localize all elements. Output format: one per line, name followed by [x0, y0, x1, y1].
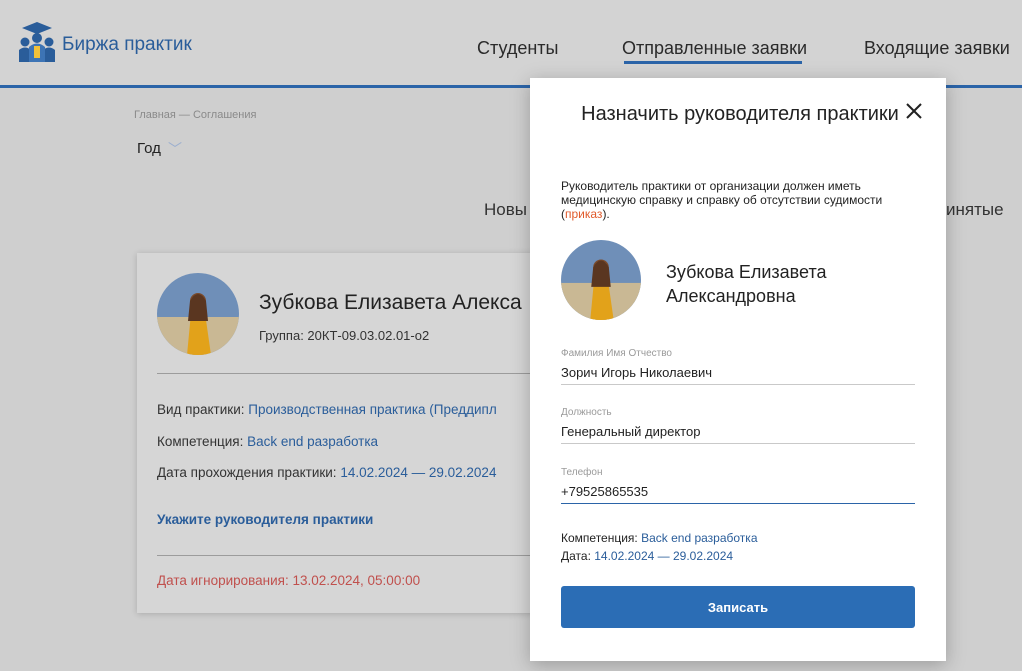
phone-field: Телефон	[561, 467, 915, 504]
practice-dates-value: 14.02.2024 — 29.02.2024	[340, 465, 497, 480]
full-name-label: Фамилия Имя Отчество	[561, 348, 672, 359]
year-filter-label[interactable]: Год	[137, 140, 161, 157]
competence-label: Компетенция:	[157, 434, 248, 449]
order-link[interactable]: приказ	[565, 207, 602, 221]
dialog-competence-label: Компетенция:	[561, 531, 642, 545]
note-end: ).	[602, 207, 610, 221]
brand-link[interactable]: Биржа практик	[62, 34, 192, 56]
practice-dates-row: Дата прохождения практики: 14.02.2024 — …	[157, 465, 496, 480]
ignore-date: Дата игнорирования: 13.02.2024, 05:00:00	[157, 573, 421, 588]
active-nav-indicator	[624, 61, 802, 64]
student-full-name: Зубкова Елизавета Александровна	[666, 262, 827, 306]
dialog-competence-row: Компетенция: Back end разработка	[561, 531, 758, 545]
phone-input[interactable]	[561, 480, 915, 504]
avatar	[561, 240, 641, 320]
practice-type-row: Вид практики: Производственная практика …	[157, 402, 497, 417]
supervisor-requirements-note: Руководитель практики от организации дол…	[561, 179, 911, 221]
agreement-card: Зубкова Елизавета Алекса Группа: 20КТ-09…	[137, 253, 557, 613]
nav-incoming-requests[interactable]: Входящие заявки	[864, 38, 1010, 59]
nav-sent-requests[interactable]: Отправленные заявки	[622, 38, 807, 59]
assign-supervisor-link[interactable]: Укажите руководителя практики	[157, 512, 373, 527]
practice-dates-label: Дата прохождения практики:	[157, 465, 341, 480]
dialog-title: Назначить руководителя практики	[581, 103, 899, 125]
assign-supervisor-dialog: Назначить руководителя практики Руководи…	[530, 78, 946, 661]
full-name-field: Фамилия Имя Отчество	[561, 348, 915, 385]
tab-new[interactable]: Новы	[484, 200, 527, 220]
divider	[157, 373, 557, 374]
dialog-date-row: Дата: 14.02.2024 — 29.02.2024	[561, 549, 733, 563]
tab-accepted[interactable]: инятые	[946, 200, 1004, 220]
avatar	[157, 273, 239, 355]
student-group: Группа: 20КТ-09.03.02.01-о2	[259, 328, 430, 343]
position-label: Должность	[561, 407, 612, 418]
divider	[157, 555, 557, 556]
graduates-logo-icon[interactable]	[14, 20, 60, 64]
chevron-down-icon[interactable]: ﹀	[168, 139, 182, 159]
top-navbar: Биржа практик Студенты Отправленные заяв…	[0, 0, 1022, 88]
position-field: Должность	[561, 407, 915, 444]
dialog-competence-value[interactable]: Back end разработка	[641, 531, 757, 545]
full-name-input[interactable]	[561, 361, 915, 385]
submit-button[interactable]: Записать	[561, 586, 915, 628]
student-name: Зубкова Елизавета Алекса	[259, 291, 522, 314]
position-input[interactable]	[561, 420, 915, 444]
dialog-date-value: 14.02.2024 — 29.02.2024	[594, 549, 734, 563]
breadcrumb[interactable]: Главная — Соглашения	[134, 109, 256, 121]
nav-students[interactable]: Студенты	[477, 38, 558, 59]
phone-label: Телефон	[561, 467, 603, 478]
close-icon[interactable]	[903, 100, 925, 122]
practice-type-value[interactable]: Производственная практика (Преддипл	[248, 402, 496, 417]
practice-type-label: Вид практики:	[157, 402, 249, 417]
dialog-date-label: Дата:	[561, 549, 595, 563]
competence-value[interactable]: Back end разработка	[247, 434, 378, 449]
competence-row: Компетенция: Back end разработка	[157, 434, 378, 449]
